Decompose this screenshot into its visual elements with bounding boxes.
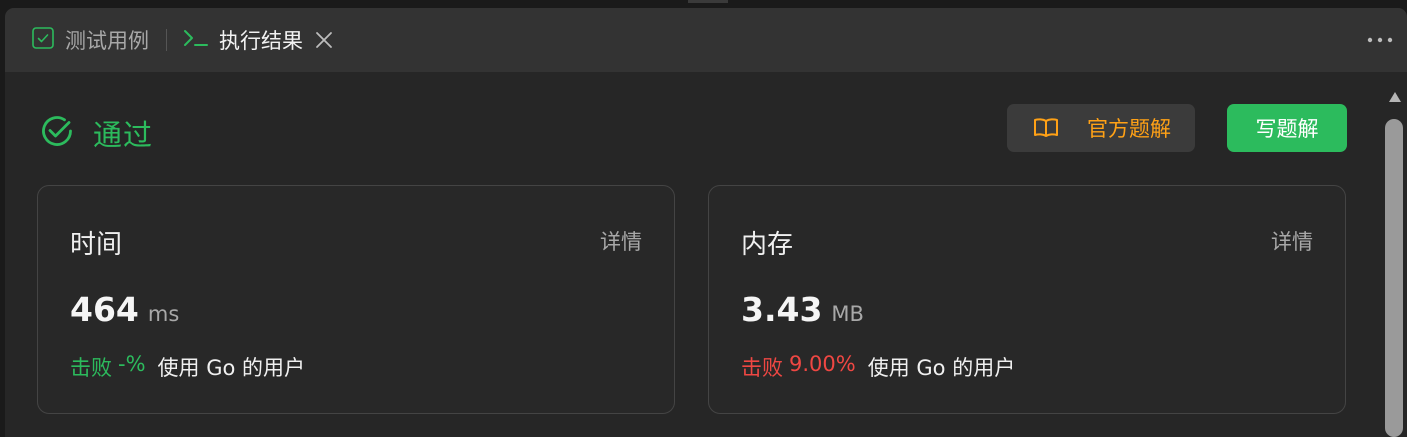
tab-result-label: 执行结果: [219, 29, 303, 53]
memory-unit: MB: [831, 302, 864, 326]
result-panel: 测试用例 执行结果 通过 官方题解 写题解 时间 详情 464 ms 击败 -%…: [5, 8, 1407, 437]
scrollbar[interactable]: [1383, 72, 1407, 437]
tab-testcase-label: 测试用例: [65, 29, 149, 53]
memory-title: 内存: [741, 230, 794, 260]
status-text: 通过: [93, 118, 154, 152]
close-icon[interactable]: [315, 31, 333, 49]
runtime-beat: 击败 -% 使用 Go 的用户: [70, 352, 305, 382]
terminal-icon: [183, 26, 209, 54]
tab-separator: [166, 29, 167, 51]
runtime-detail-link[interactable]: 详情: [600, 226, 642, 256]
tab-testcase[interactable]: 测试用例: [5, 8, 149, 72]
write-solution-button[interactable]: 写题解: [1227, 104, 1347, 152]
memory-beat-tail: 使用 Go 的用户: [867, 356, 1016, 380]
memory-beat-percent: 9.00%: [789, 352, 856, 376]
runtime-beat-percent: -%: [118, 352, 146, 376]
memory-beat-label: 击败: [741, 356, 783, 380]
window-notch: [688, 0, 728, 3]
runtime-value: 464: [70, 290, 139, 329]
runtime-card: 时间 详情 464 ms 击败 -% 使用 Go 的用户: [37, 185, 675, 414]
runtime-metric: 464 ms: [70, 290, 179, 329]
scrollbar-thumb[interactable]: [1385, 119, 1403, 437]
tab-result[interactable]: 执行结果: [183, 8, 333, 72]
runtime-beat-label: 击败: [70, 356, 112, 380]
check-circle-icon: [39, 113, 75, 153]
runtime-title: 时间: [70, 230, 123, 260]
memory-beat: 击败 9.00% 使用 Go 的用户: [741, 352, 1015, 382]
official-solution-label: 官方题解: [1087, 117, 1171, 141]
tab-bar: 测试用例 执行结果: [5, 8, 1407, 72]
runtime-beat-tail: 使用 Go 的用户: [157, 356, 306, 380]
official-solution-button[interactable]: 官方题解: [1007, 104, 1195, 152]
result-content: 通过 官方题解 写题解 时间 详情 464 ms 击败 -% 使用 Go 的用户: [5, 72, 1379, 437]
memory-detail-link[interactable]: 详情: [1271, 226, 1313, 256]
memory-value: 3.43: [741, 290, 823, 329]
book-icon: [1033, 117, 1059, 139]
checkbox-icon: [31, 26, 55, 54]
runtime-unit: ms: [147, 302, 180, 326]
memory-metric: 3.43 MB: [741, 290, 864, 329]
memory-card: 内存 详情 3.43 MB 击败 9.00% 使用 Go 的用户: [708, 185, 1346, 414]
more-icon[interactable]: [1367, 30, 1393, 54]
status-row: 通过: [39, 112, 153, 154]
scroll-up-arrow-icon[interactable]: [1388, 88, 1402, 107]
